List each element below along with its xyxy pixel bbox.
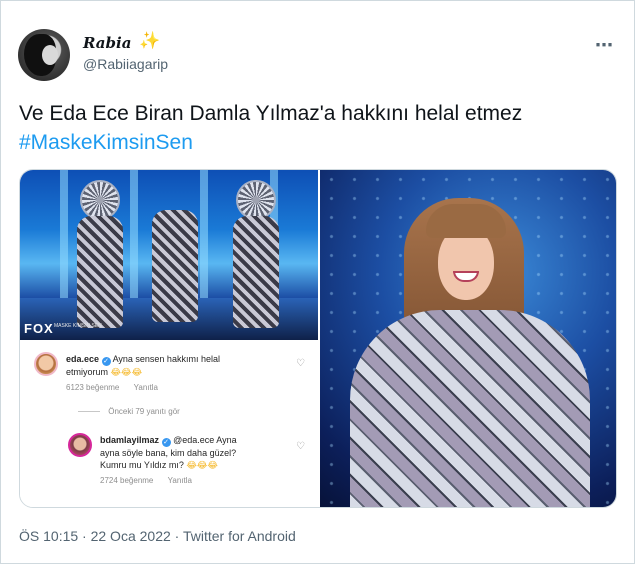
dancer-figure <box>233 216 279 328</box>
more-options-icon[interactable]: ⋯ <box>595 35 614 56</box>
tweet-timestamp[interactable]: ÖS 10:15 · 22 Oca 2022 · Twitter for And… <box>19 528 296 544</box>
sparkle-icon: ✨ <box>139 31 161 50</box>
avatar-face <box>42 45 58 65</box>
avatar[interactable] <box>18 29 70 81</box>
hashtag-link[interactable]: #MaskeKimsinSen <box>19 129 193 157</box>
user-handle[interactable]: @Rabiiagarip <box>83 56 168 72</box>
comment-text: etmiyorum <box>66 367 109 377</box>
verified-icon: ✓ <box>161 438 171 447</box>
channel-logo: FOX <box>24 321 54 336</box>
heart-icon[interactable]: ♡ <box>296 441 305 452</box>
comment-likes: 2724 beğenme <box>100 476 154 485</box>
divider <box>78 411 100 413</box>
laugh-emoji-icon: 😂😂😂 <box>186 460 218 470</box>
singer-bangs <box>426 204 506 238</box>
comment-text: Ayna sensen hakkımı helal <box>112 354 220 364</box>
comment-avatar <box>34 352 58 376</box>
comment-body: bdamlayilmaz ✓ @eda.ece Ayna ayna söyle … <box>100 434 237 485</box>
stage-image: FOX MASKE KİMSİN SEN <box>20 170 318 340</box>
comment-username: bdamlayilmaz <box>100 435 160 445</box>
reply-link[interactable]: Yanıtla <box>168 476 192 485</box>
tweet-card: Rabia ✨ @Rabiiagarip ⋯ Ve Eda Ece Biran … <box>0 0 635 564</box>
dancer-figure <box>152 210 198 322</box>
comments-screenshot: eda.ece ✓ Ayna sensen hakkımı helal etmi… <box>20 340 318 507</box>
comment-mention: @eda.ece Ayna <box>173 435 237 445</box>
heart-icon[interactable]: ♡ <box>296 358 305 369</box>
comment-likes: 6123 beğenme <box>66 383 120 392</box>
disco-ball-head <box>80 180 120 220</box>
reply-link[interactable]: Yanıtla <box>134 383 158 392</box>
display-name[interactable]: Rabia <box>83 34 131 52</box>
laugh-emoji-icon: 😂😂😂 <box>110 367 143 377</box>
comment-text: Kumru mu Yıldız mı? <box>100 460 184 470</box>
singer-photo <box>320 170 616 507</box>
tweet-media[interactable]: FOX MASKE KİMSİN SEN eda.ece ✓ Ayna sens… <box>19 169 617 508</box>
view-replies-link[interactable]: Önceki 79 yanıtı gör <box>108 407 180 416</box>
comment-avatar <box>68 433 92 457</box>
comment-username: eda.ece <box>66 354 100 364</box>
comment-text: ayna söyle bana, kim daha güzel? <box>100 448 237 458</box>
sequin-outfit <box>350 310 590 507</box>
verified-icon: ✓ <box>101 357 111 366</box>
dancer-figure <box>77 216 123 328</box>
comment-body: eda.ece ✓ Ayna sensen hakkımı helal etmi… <box>66 353 220 392</box>
disco-ball-head <box>236 180 276 220</box>
tweet-text: Ve Eda Ece Biran Damla Yılmaz'a hakkını … <box>19 102 523 125</box>
show-tag: MASKE KİMSİN SEN <box>54 323 102 329</box>
